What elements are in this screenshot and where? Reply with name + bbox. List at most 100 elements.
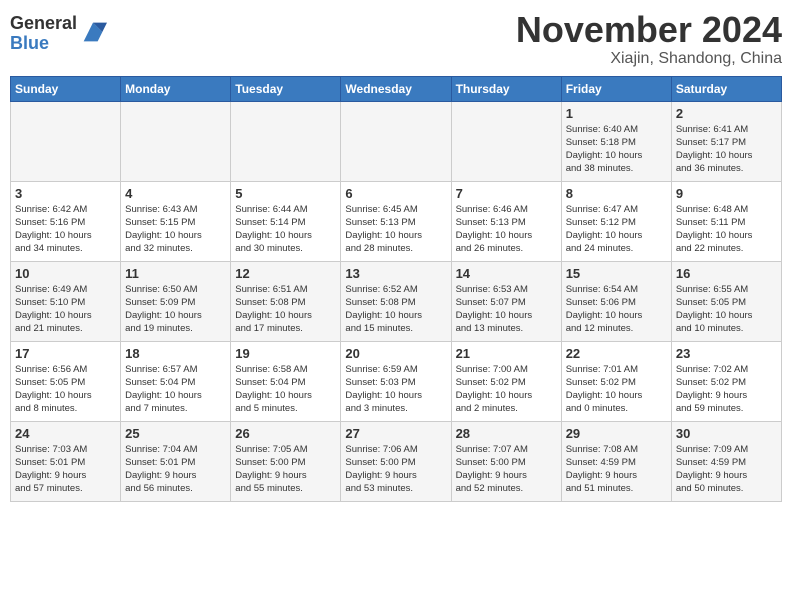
day-info: Sunrise: 6:48 AM Sunset: 5:11 PM Dayligh… — [676, 203, 777, 256]
calendar-cell: 1 Sunrise: 6:40 AM Sunset: 5:18 PM Daylig… — [561, 101, 671, 181]
calendar-cell: 25 Sunrise: 7:04 AM Sunset: 5:01 PM Dayli… — [121, 421, 231, 501]
calendar-cell — [451, 101, 561, 181]
calendar-cell: 18 Sunrise: 6:57 AM Sunset: 5:04 PM Dayli… — [121, 341, 231, 421]
calendar-cell: 7 Sunrise: 6:46 AM Sunset: 5:13 PM Daylig… — [451, 181, 561, 261]
day-info: Sunrise: 6:47 AM Sunset: 5:12 PM Dayligh… — [566, 203, 667, 256]
day-info: Sunrise: 7:04 AM Sunset: 5:01 PM Dayligh… — [125, 443, 226, 496]
weekday-header-sunday: Sunday — [11, 76, 121, 101]
day-number: 13 — [345, 266, 446, 281]
calendar-cell: 16Sunrise: 6:55 AM Sunset: 5:05 PM Dayli… — [671, 261, 781, 341]
day-info: Sunrise: 7:09 AM Sunset: 4:59 PM Dayligh… — [676, 443, 777, 496]
day-info: Sunrise: 6:53 AM Sunset: 5:07 PM Dayligh… — [456, 283, 557, 336]
title-block: November 2024 Xiajin, Shandong, China — [516, 10, 782, 68]
day-info: Sunrise: 7:00 AM Sunset: 5:02 PM Dayligh… — [456, 363, 557, 416]
day-info: Sunrise: 7:03 AM Sunset: 5:01 PM Dayligh… — [15, 443, 116, 496]
calendar-cell: 26Sunrise: 7:05 AM Sunset: 5:00 PM Dayli… — [231, 421, 341, 501]
day-info: Sunrise: 7:07 AM Sunset: 5:00 PM Dayligh… — [456, 443, 557, 496]
day-info: Sunrise: 6:57 AM Sunset: 5:04 PM Dayligh… — [125, 363, 226, 416]
calendar-cell: 28 Sunrise: 7:07 AM Sunset: 5:00 PM Dayli… — [451, 421, 561, 501]
calendar-cell: 14 Sunrise: 6:53 AM Sunset: 5:07 PM Dayli… — [451, 261, 561, 341]
calendar-cell: 13Sunrise: 6:52 AM Sunset: 5:08 PM Dayli… — [341, 261, 451, 341]
calendar-cell: 2 Sunrise: 6:41 AM Sunset: 5:17 PM Daylig… — [671, 101, 781, 181]
day-info: Sunrise: 6:56 AM Sunset: 5:05 PM Dayligh… — [15, 363, 116, 416]
calendar-cell: 24Sunrise: 7:03 AM Sunset: 5:01 PM Dayli… — [11, 421, 121, 501]
day-number: 15 — [566, 266, 667, 281]
day-number: 1 — [566, 106, 667, 121]
day-number: 23 — [676, 346, 777, 361]
calendar-cell — [11, 101, 121, 181]
calendar-cell: 4Sunrise: 6:43 AM Sunset: 5:15 PM Daylig… — [121, 181, 231, 261]
day-info: Sunrise: 6:40 AM Sunset: 5:18 PM Dayligh… — [566, 123, 667, 176]
day-info: Sunrise: 6:41 AM Sunset: 5:17 PM Dayligh… — [676, 123, 777, 176]
day-info: Sunrise: 6:43 AM Sunset: 5:15 PM Dayligh… — [125, 203, 226, 256]
day-number: 25 — [125, 426, 226, 441]
day-info: Sunrise: 6:44 AM Sunset: 5:14 PM Dayligh… — [235, 203, 336, 256]
day-number: 18 — [125, 346, 226, 361]
day-number: 5 — [235, 186, 336, 201]
day-number: 8 — [566, 186, 667, 201]
weekday-header-saturday: Saturday — [671, 76, 781, 101]
calendar-cell: 30 Sunrise: 7:09 AM Sunset: 4:59 PM Dayli… — [671, 421, 781, 501]
day-number: 19 — [235, 346, 336, 361]
logo-icon — [79, 18, 107, 46]
day-number: 7 — [456, 186, 557, 201]
calendar-cell — [231, 101, 341, 181]
calendar-week-row: 10 Sunrise: 6:49 AM Sunset: 5:10 PM Dayli… — [11, 261, 782, 341]
day-number: 29 — [566, 426, 667, 441]
day-number: 3 — [15, 186, 116, 201]
day-info: Sunrise: 6:55 AM Sunset: 5:05 PM Dayligh… — [676, 283, 777, 336]
weekday-header-friday: Friday — [561, 76, 671, 101]
calendar-cell — [341, 101, 451, 181]
day-number: 26 — [235, 426, 336, 441]
page-header: General Blue November 2024 Xiajin, Shand… — [10, 10, 782, 68]
day-number: 20 — [345, 346, 446, 361]
calendar-cell: 22Sunrise: 7:01 AM Sunset: 5:02 PM Dayli… — [561, 341, 671, 421]
calendar-cell: 29Sunrise: 7:08 AM Sunset: 4:59 PM Dayli… — [561, 421, 671, 501]
day-info: Sunrise: 6:50 AM Sunset: 5:09 PM Dayligh… — [125, 283, 226, 336]
location: Xiajin, Shandong, China — [516, 50, 782, 68]
logo: General Blue — [10, 14, 107, 54]
day-number: 21 — [456, 346, 557, 361]
weekday-header-monday: Monday — [121, 76, 231, 101]
calendar-cell: 3 Sunrise: 6:42 AM Sunset: 5:16 PM Daylig… — [11, 181, 121, 261]
day-info: Sunrise: 6:59 AM Sunset: 5:03 PM Dayligh… — [345, 363, 446, 416]
calendar-cell: 27 Sunrise: 7:06 AM Sunset: 5:00 PM Dayli… — [341, 421, 451, 501]
calendar-cell: 15 Sunrise: 6:54 AM Sunset: 5:06 PM Dayli… — [561, 261, 671, 341]
calendar-table: SundayMondayTuesdayWednesdayThursdayFrid… — [10, 76, 782, 502]
calendar-cell: 8 Sunrise: 6:47 AM Sunset: 5:12 PM Daylig… — [561, 181, 671, 261]
calendar-header: SundayMondayTuesdayWednesdayThursdayFrid… — [11, 76, 782, 101]
weekday-header-tuesday: Tuesday — [231, 76, 341, 101]
day-number: 2 — [676, 106, 777, 121]
calendar-week-row: 3 Sunrise: 6:42 AM Sunset: 5:16 PM Daylig… — [11, 181, 782, 261]
calendar-cell: 20 Sunrise: 6:59 AM Sunset: 5:03 PM Dayli… — [341, 341, 451, 421]
weekday-header-wednesday: Wednesday — [341, 76, 451, 101]
day-info: Sunrise: 7:02 AM Sunset: 5:02 PM Dayligh… — [676, 363, 777, 416]
calendar-cell — [121, 101, 231, 181]
day-number: 6 — [345, 186, 446, 201]
day-number: 14 — [456, 266, 557, 281]
weekday-header-thursday: Thursday — [451, 76, 561, 101]
day-number: 10 — [15, 266, 116, 281]
calendar-cell: 10 Sunrise: 6:49 AM Sunset: 5:10 PM Dayli… — [11, 261, 121, 341]
weekday-header-row: SundayMondayTuesdayWednesdayThursdayFrid… — [11, 76, 782, 101]
day-number: 27 — [345, 426, 446, 441]
day-info: Sunrise: 6:58 AM Sunset: 5:04 PM Dayligh… — [235, 363, 336, 416]
calendar-week-row: 17Sunrise: 6:56 AM Sunset: 5:05 PM Dayli… — [11, 341, 782, 421]
day-info: Sunrise: 6:49 AM Sunset: 5:10 PM Dayligh… — [15, 283, 116, 336]
calendar-cell: 21 Sunrise: 7:00 AM Sunset: 5:02 PM Dayli… — [451, 341, 561, 421]
day-number: 9 — [676, 186, 777, 201]
calendar-cell: 9 Sunrise: 6:48 AM Sunset: 5:11 PM Daylig… — [671, 181, 781, 261]
day-info: Sunrise: 7:06 AM Sunset: 5:00 PM Dayligh… — [345, 443, 446, 496]
month-title: November 2024 — [516, 10, 782, 50]
calendar-cell: 6Sunrise: 6:45 AM Sunset: 5:13 PM Daylig… — [341, 181, 451, 261]
calendar-body: 1 Sunrise: 6:40 AM Sunset: 5:18 PM Daylig… — [11, 101, 782, 501]
day-info: Sunrise: 6:46 AM Sunset: 5:13 PM Dayligh… — [456, 203, 557, 256]
calendar-week-row: 24Sunrise: 7:03 AM Sunset: 5:01 PM Dayli… — [11, 421, 782, 501]
day-number: 30 — [676, 426, 777, 441]
day-number: 28 — [456, 426, 557, 441]
day-info: Sunrise: 6:54 AM Sunset: 5:06 PM Dayligh… — [566, 283, 667, 336]
day-info: Sunrise: 6:42 AM Sunset: 5:16 PM Dayligh… — [15, 203, 116, 256]
day-number: 11 — [125, 266, 226, 281]
calendar-week-row: 1 Sunrise: 6:40 AM Sunset: 5:18 PM Daylig… — [11, 101, 782, 181]
day-info: Sunrise: 6:51 AM Sunset: 5:08 PM Dayligh… — [235, 283, 336, 336]
